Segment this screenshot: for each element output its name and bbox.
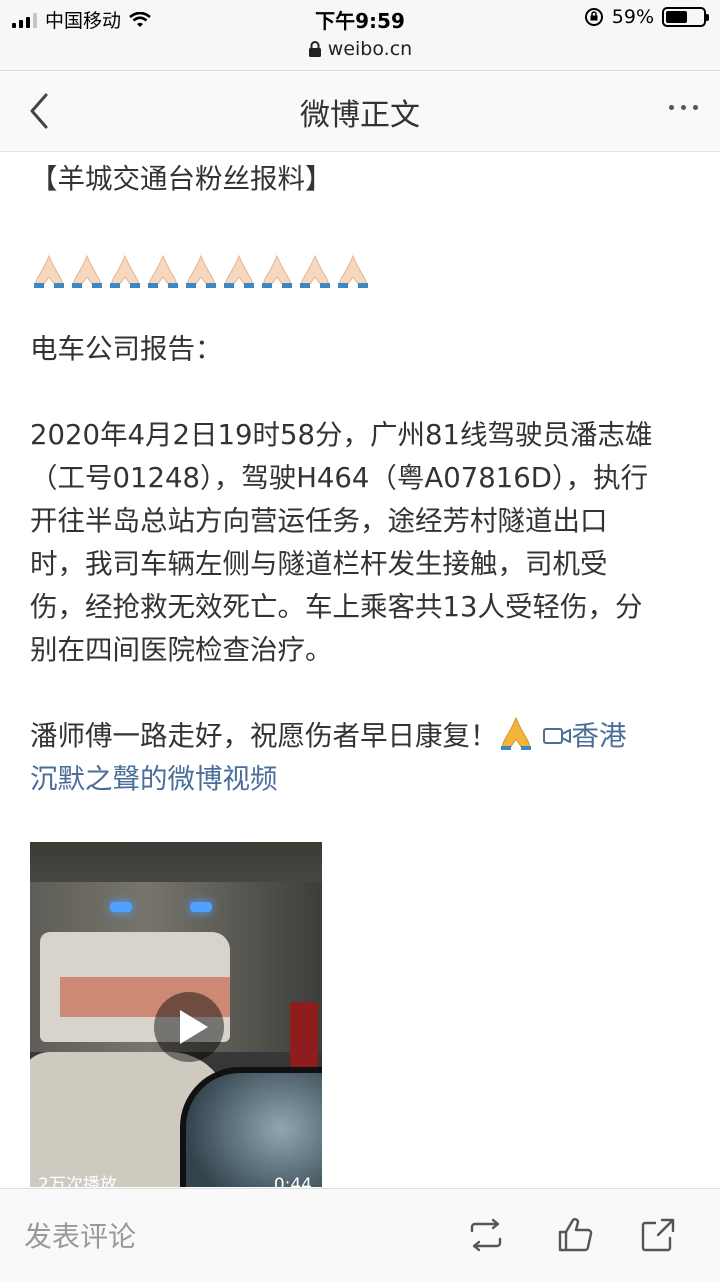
page-title: 微博正文 bbox=[300, 98, 420, 133]
video-thumbnail[interactable]: 2万次播放 0:44 bbox=[30, 842, 322, 1187]
video-scene-light bbox=[110, 902, 132, 912]
video-link[interactable]: 香港 bbox=[572, 720, 627, 752]
post-content: 【羊城交通台粉丝报料】 电车公司报告： 2020年4月2日19时58分，广州81… bbox=[30, 158, 698, 801]
report-line: 2020年4月2日19时58分，广州81线驾驶员潘志雄 bbox=[30, 419, 653, 451]
video-camera-icon[interactable] bbox=[542, 725, 572, 747]
closing-text: 潘师傅一路走好，祝愿伤者早日康复！ bbox=[30, 720, 498, 752]
comment-input[interactable]: 发表评论 bbox=[24, 1215, 136, 1255]
video-scene-mirror bbox=[180, 1067, 322, 1187]
url-domain: weibo.cn bbox=[327, 38, 413, 60]
folded-hands-icon bbox=[500, 716, 531, 750]
folded-hands-icon bbox=[262, 254, 292, 288]
share-icon[interactable] bbox=[638, 1215, 678, 1255]
report-line: 开往半岛总站方向营运任务，途经芳村隧道出口 bbox=[30, 505, 608, 537]
repost-icon[interactable] bbox=[466, 1215, 506, 1255]
more-dots-icon[interactable] bbox=[669, 105, 698, 110]
like-icon[interactable] bbox=[556, 1215, 596, 1255]
folded-hands-icon bbox=[300, 254, 330, 288]
bottom-action-bar: 发表评论 bbox=[0, 1188, 720, 1281]
video-scene-light bbox=[190, 902, 212, 912]
video-duration: 0:44 bbox=[273, 1175, 312, 1187]
report-line: 时，我司车辆左侧与隧道栏杆发生接触，司机受 bbox=[30, 548, 608, 580]
folded-hands-icon bbox=[72, 254, 102, 288]
folded-hands-icon bbox=[338, 254, 368, 288]
lock-icon bbox=[308, 41, 321, 57]
report-body: 2020年4月2日19时58分，广州81线驾驶员潘志雄 （工号01248），驾驶… bbox=[30, 414, 698, 672]
prayer-emoji-row bbox=[30, 249, 698, 292]
closing-paragraph: 潘师傅一路走好，祝愿伤者早日康复！ 香港 沉默之聲的微博视频 bbox=[30, 715, 698, 801]
report-title: 电车公司报告： bbox=[30, 333, 223, 365]
folded-hands-icon bbox=[186, 254, 216, 288]
report-line: 伤，经抢救无效死亡。车上乘客共13人受轻伤，分 bbox=[30, 591, 643, 623]
folded-hands-icon bbox=[148, 254, 178, 288]
url-bar[interactable]: weibo.cn bbox=[0, 36, 720, 71]
video-link-cont[interactable]: 沉默之聲的微博视频 bbox=[30, 763, 278, 795]
battery-percent: 59% bbox=[611, 6, 654, 28]
status-right: 59% bbox=[584, 6, 709, 28]
folded-hands-icon bbox=[110, 254, 140, 288]
status-bar: 中国移动 下午9:59 59% bbox=[0, 0, 720, 36]
report-line: 别在四间医院检查治疗。 bbox=[30, 634, 333, 666]
folded-hands-icon bbox=[224, 254, 254, 288]
play-icon[interactable] bbox=[154, 992, 224, 1062]
orientation-lock-icon bbox=[584, 8, 603, 26]
nav-bar: 微博正文 bbox=[0, 71, 720, 152]
video-play-count: 2万次播放 bbox=[38, 1175, 117, 1187]
battery-icon bbox=[662, 7, 709, 27]
folded-hands-icon bbox=[34, 254, 64, 288]
report-line: （工号01248），驾驶H464（粤A07816D），执行 bbox=[30, 462, 649, 494]
post-heading: 【羊城交通台粉丝报料】 bbox=[30, 163, 333, 195]
